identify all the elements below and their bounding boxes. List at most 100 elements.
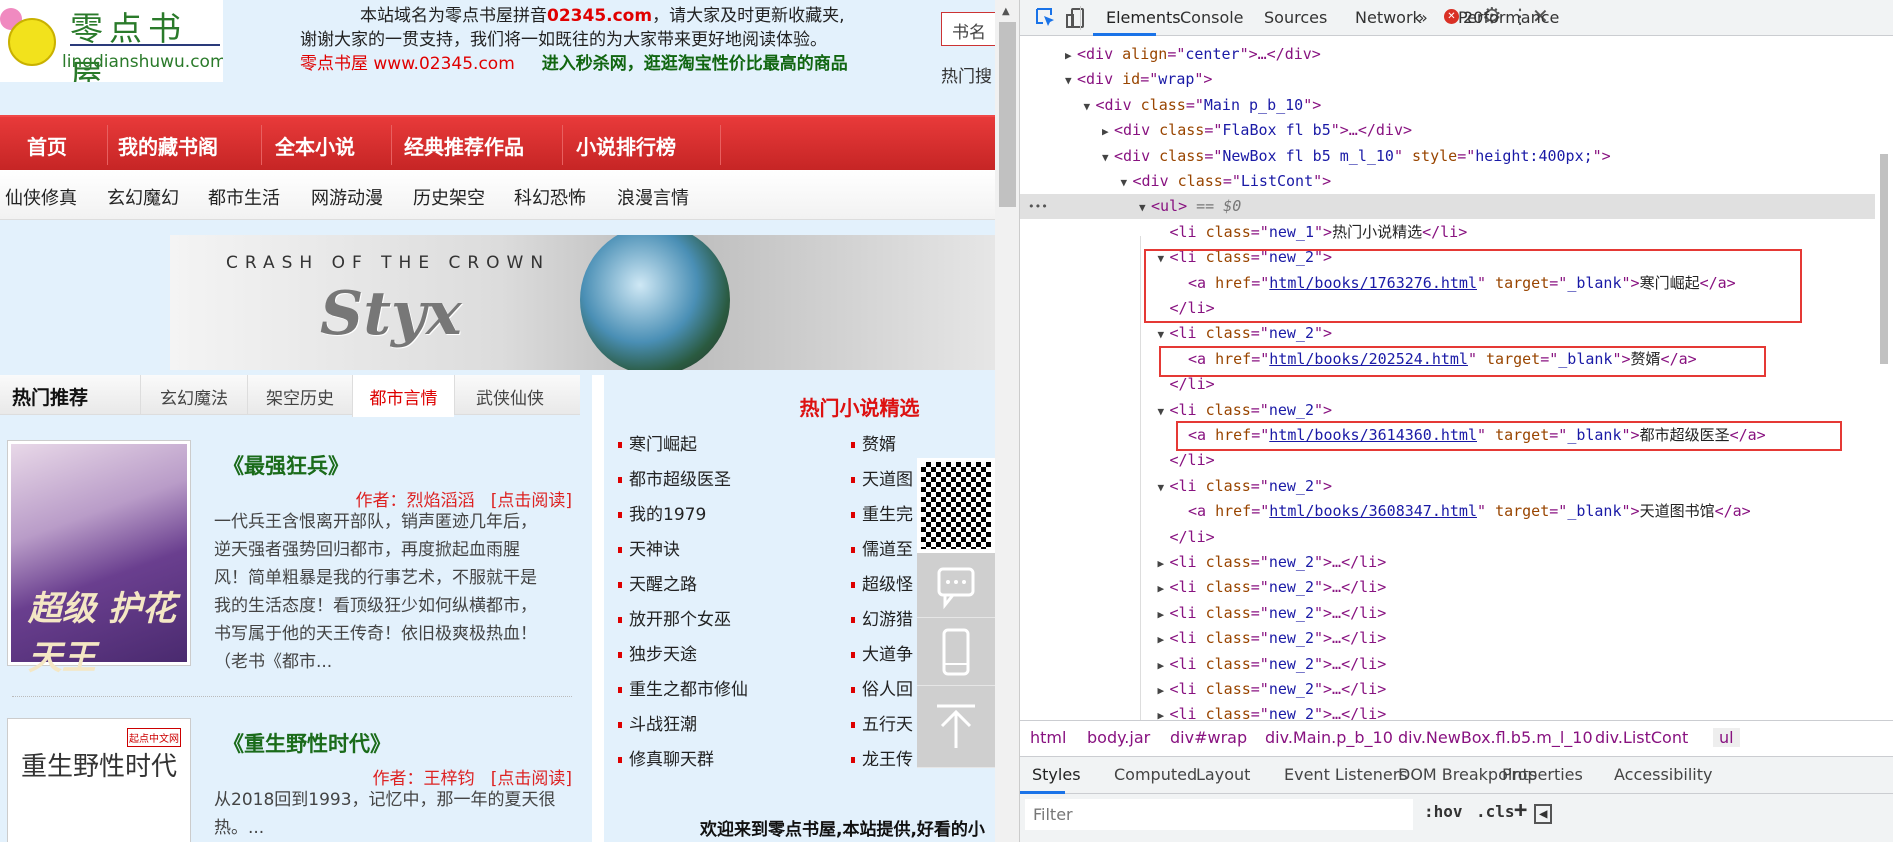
nav-item[interactable]: 经典推荐作品 (404, 131, 524, 160)
expanded-triangle-icon[interactable]: ▼ (1084, 94, 1096, 119)
dom-node-row[interactable]: ▶ <li class="new_2">…</li> (1020, 550, 1875, 575)
nav-item[interactable]: 我的藏书阁 (118, 131, 218, 160)
dom-tree-scrollbar[interactable] (1875, 36, 1893, 720)
dom-node-row[interactable]: ▼ <div id="wrap"> (1020, 67, 1875, 92)
category-link[interactable]: 历史架空 (413, 184, 485, 210)
dom-node-row[interactable]: <li class="new_1">热门小说精选</li> (1020, 220, 1875, 245)
devtools-tab-elements[interactable]: Elements (1106, 8, 1181, 27)
hot-novel-link[interactable]: 放开那个女巫 (618, 605, 731, 630)
panel-tab-properties[interactable]: Properties (1502, 765, 1583, 784)
domain-link[interactable]: 零点书屋 www.02345.com (300, 54, 515, 74)
breadcrumb-item[interactable]: body.jar (1087, 728, 1150, 747)
category-link[interactable]: 都市生活 (208, 184, 280, 210)
node-options-icon[interactable]: ••• (1028, 194, 1048, 219)
hot-novel-link[interactable]: 五行天 (851, 710, 917, 735)
hot-novel-link[interactable]: 超级怪 (851, 570, 917, 595)
devtools-tab-console[interactable]: Console (1180, 8, 1244, 27)
mobile-icon[interactable] (917, 618, 995, 686)
dom-node-row[interactable]: ▼ <li class="new_2"> (1020, 321, 1875, 346)
collapsed-triangle-icon[interactable]: ▶ (1102, 119, 1114, 144)
dom-node-row[interactable]: </li> (1020, 525, 1875, 550)
panel-tab-event-listeners[interactable]: Event Listeners (1284, 765, 1408, 784)
expanded-triangle-icon[interactable]: ▼ (1158, 475, 1170, 500)
category-link[interactable]: 科幻恐怖 (514, 184, 586, 210)
expanded-triangle-icon[interactable]: ▼ (1065, 68, 1077, 93)
cls-toggle[interactable]: .cls (1476, 802, 1515, 821)
inspect-element-icon[interactable] (1034, 6, 1058, 30)
panel-tab-accessibility[interactable]: Accessibility (1614, 765, 1712, 784)
collapsed-triangle-icon[interactable]: ▶ (1158, 653, 1170, 678)
error-icon[interactable]: ✕ (1444, 9, 1459, 24)
hot-novel-link[interactable]: 天神诀 (618, 535, 680, 560)
hot-novel-link[interactable]: 大道争 (851, 640, 917, 665)
expanded-triangle-icon[interactable]: ▼ (1158, 322, 1170, 347)
collapsed-triangle-icon[interactable]: ▶ (1158, 602, 1170, 627)
breadcrumb-item[interactable]: div.ListCont (1595, 728, 1688, 747)
dom-node-row[interactable]: ▼ <div class="NewBox fl b5 m_l_10" style=… (1020, 144, 1875, 169)
dom-node-row[interactable]: </li> (1020, 448, 1875, 473)
styles-filter-input[interactable]: Filter (1024, 798, 1414, 831)
dom-node-row[interactable]: ▶ <li class="new_2">…</li> (1020, 575, 1875, 600)
category-link[interactable]: 浪漫言情 (617, 184, 689, 210)
panel-tab-layout[interactable]: Layout (1196, 765, 1250, 784)
collapsed-triangle-icon[interactable]: ▶ (1158, 627, 1170, 652)
hot-novel-link[interactable]: 重生之都市修仙 (618, 675, 748, 700)
hot-novel-link[interactable]: 天道图 (851, 465, 917, 490)
nav-item[interactable]: 首页 (27, 131, 67, 160)
hot-novel-link[interactable]: 天醒之路 (618, 570, 697, 595)
tab-1[interactable]: 玄幻魔法 (140, 375, 247, 415)
book-title-link[interactable]: 《重生野性时代》 (223, 728, 391, 758)
dom-node-row[interactable]: ▼ <li class="new_2"> (1020, 398, 1875, 423)
dom-node-row[interactable]: ▶ <li class="new_2">…</li> (1020, 652, 1875, 677)
category-link[interactable]: 网游动漫 (311, 184, 383, 210)
hot-novel-link[interactable]: 修真聊天群 (618, 745, 714, 770)
dom-node-row[interactable]: ▶ <li class="new_2">…</li> (1020, 626, 1875, 651)
hot-novel-link[interactable]: 幻游猎 (851, 605, 917, 630)
ad-banner[interactable]: CRASH OF THE CROWN Styx (170, 235, 995, 370)
nav-item[interactable]: 小说排行榜 (576, 131, 676, 160)
hov-toggle[interactable]: :hov (1424, 802, 1463, 821)
hot-novel-link[interactable]: 重生完 (851, 500, 917, 525)
collapsed-triangle-icon[interactable]: ▶ (1158, 576, 1170, 601)
dom-node-row[interactable]: ▼ <li class="new_2"> (1020, 474, 1875, 499)
href-link[interactable]: html/books/3608347.html (1269, 502, 1477, 520)
book-cover[interactable]: 起点中文网 重生野性时代 (7, 718, 191, 842)
hot-novel-link[interactable]: 都市超级医圣 (618, 465, 731, 490)
collapsed-triangle-icon[interactable]: ▶ (1158, 678, 1170, 703)
expanded-triangle-icon[interactable]: ▼ (1102, 145, 1114, 170)
dom-node-row[interactable]: ▶ <div align="center">…</div> (1020, 42, 1875, 67)
dom-node-row[interactable]: ▶ <li class="new_2">…</li> (1020, 601, 1875, 626)
hot-novel-link[interactable]: 俗人回 (851, 675, 917, 700)
page-scrollbar[interactable]: ▲ (995, 0, 1020, 842)
toggle-sidebar-icon[interactable]: ◀ (1534, 804, 1553, 824)
tab-2[interactable]: 架空历史 (247, 375, 352, 415)
dom-node-row[interactable]: ▼ <div class="ListCont"> (1020, 169, 1875, 194)
expanded-triangle-icon[interactable]: ▼ (1139, 195, 1151, 220)
hot-novel-link[interactable]: 独步天途 (618, 640, 697, 665)
hot-novel-link[interactable]: 龙王传 (851, 745, 917, 770)
breadcrumb-item[interactable]: ul (1713, 728, 1740, 747)
back-to-top-icon[interactable] (917, 686, 995, 768)
category-link[interactable]: 仙侠修真 (5, 184, 77, 210)
breadcrumb-item[interactable]: html (1030, 728, 1066, 747)
dom-node-row[interactable]: ▶ <li class="new_2">…</li> (1020, 702, 1875, 720)
dom-node-row[interactable]: ▼ <div class="Main p_b_10"> (1020, 93, 1875, 118)
site-logo[interactable]: 零点书屋 lingdianshuwu.com (0, 0, 223, 82)
device-toolbar-icon[interactable] (1064, 6, 1088, 30)
promo-link[interactable]: 进入秒杀网，逛逛淘宝性价比最高的商品 (542, 54, 848, 74)
collapsed-triangle-icon[interactable]: ▶ (1158, 703, 1170, 720)
nav-item[interactable]: 全本小说 (275, 131, 355, 160)
panel-tab-computed[interactable]: Computed (1114, 765, 1197, 784)
tab-3[interactable]: 都市言情 (352, 375, 454, 417)
breadcrumb-item[interactable]: div.NewBox.fl.b5.m_l_10 (1398, 728, 1593, 747)
dom-node-row[interactable]: ••• ▼ <ul> == $0 (1020, 194, 1875, 220)
chat-icon[interactable] (917, 553, 995, 618)
collapsed-triangle-icon[interactable]: ▶ (1158, 551, 1170, 576)
book-title-link[interactable]: 《最强狂兵》 (223, 450, 349, 480)
hot-novel-link[interactable]: 寒门崛起 (618, 430, 697, 455)
expanded-triangle-icon[interactable]: ▼ (1158, 399, 1170, 424)
category-link[interactable]: 玄幻魔幻 (107, 184, 179, 210)
hot-novel-link[interactable]: 斗战狂潮 (618, 710, 697, 735)
search-input[interactable]: 书名 (941, 12, 995, 46)
dom-node-row[interactable]: ▶ <div class="FlaBox fl b5">…</div> (1020, 118, 1875, 143)
